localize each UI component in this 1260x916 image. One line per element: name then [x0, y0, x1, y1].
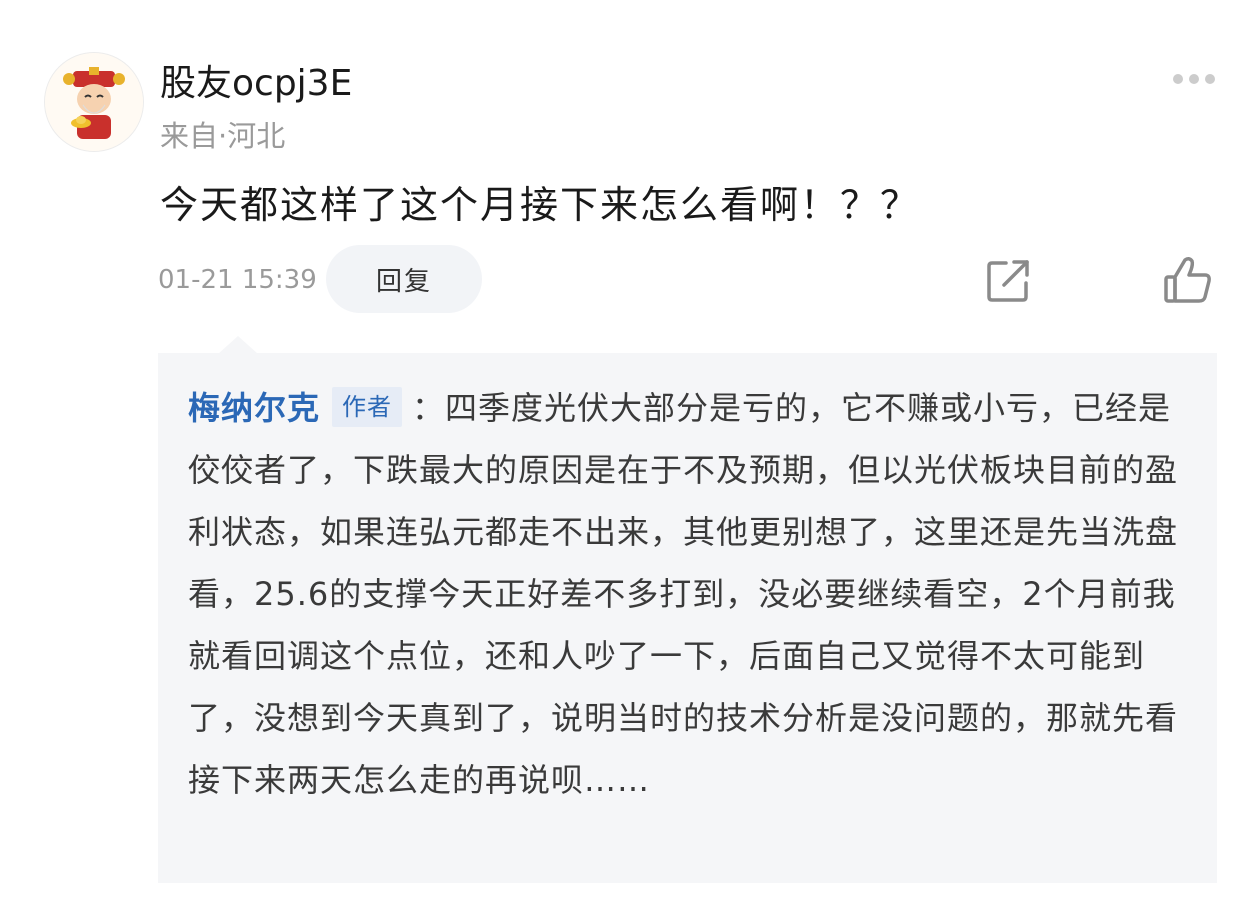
- username[interactable]: 股友ocpj3E: [160, 62, 352, 106]
- location-label: 来自·河北: [160, 119, 286, 153]
- post-content: 今天都这样了这个月接下来怎么看啊！？？: [160, 183, 921, 227]
- avatar-image: [45, 53, 143, 151]
- reply-separator: ：: [412, 389, 446, 427]
- more-icon[interactable]: [1168, 66, 1220, 92]
- post-timestamp: 01-21 15:39: [158, 265, 317, 295]
- like-icon[interactable]: [1162, 255, 1214, 305]
- reply-box-caret: [218, 336, 258, 354]
- reply-author-name[interactable]: 梅纳尔克: [188, 389, 320, 427]
- reply-content: 梅纳尔克 作者 ：四季度光伏大部分是亏的，它不赚或小亏，已经是佼佼者了，下跌最大的原…: [188, 377, 1187, 811]
- share-icon[interactable]: [984, 257, 1032, 305]
- reply-button[interactable]: 回复: [326, 245, 482, 313]
- avatar[interactable]: [44, 52, 144, 152]
- author-badge: 作者: [332, 387, 403, 427]
- reply-text: 四季度光伏大部分是亏的，它不赚或小亏，已经是佼佼者了，下跌最大的原因是在于不及预…: [188, 389, 1179, 799]
- author-reply: 梅纳尔克 作者 ：四季度光伏大部分是亏的，它不赚或小亏，已经是佼佼者了，下跌最大的原…: [158, 353, 1217, 883]
